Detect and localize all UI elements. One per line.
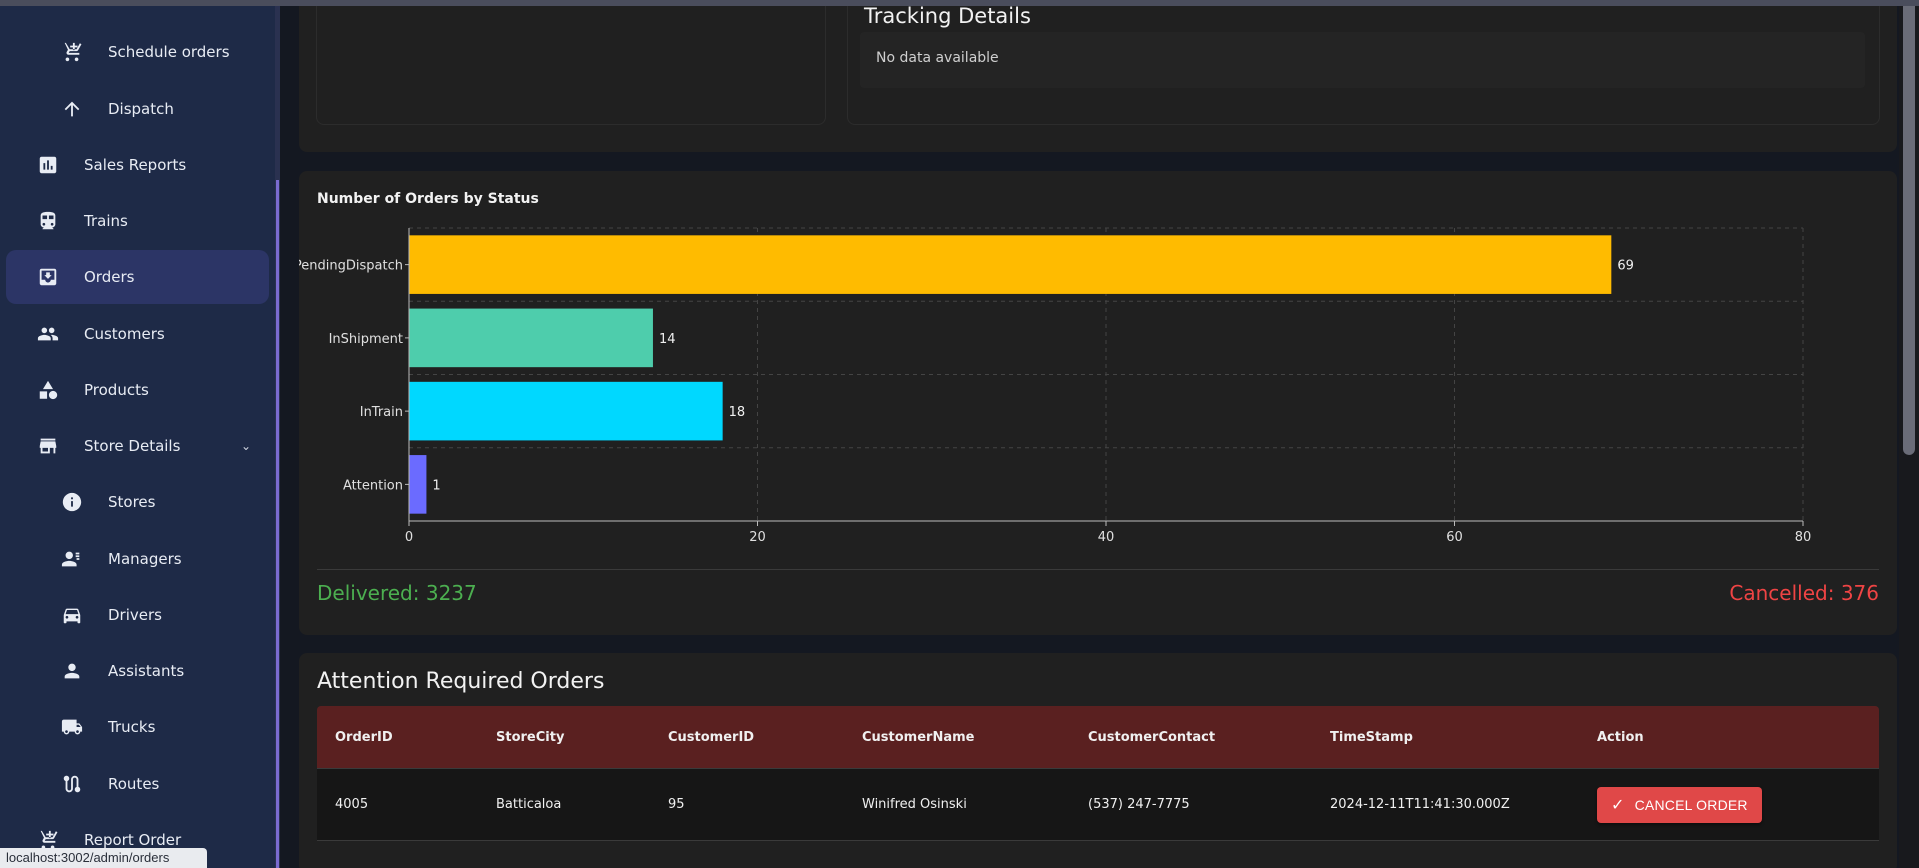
sidebar-item-label: Trucks bbox=[108, 718, 156, 736]
cancelled-count: Cancelled: 376 bbox=[1729, 581, 1879, 605]
sidebar-item-label: Sales Reports bbox=[84, 156, 187, 174]
x-tick-label: 80 bbox=[1795, 530, 1812, 545]
table-row: 4005 Batticaloa 95 Winifred Osinski (537… bbox=[317, 768, 1879, 841]
tracking-card: Tracking Details No data available bbox=[299, 0, 1897, 152]
bar-value-label: 69 bbox=[1617, 259, 1634, 274]
bar-inshipment bbox=[409, 308, 653, 368]
x-tick-label: 40 bbox=[1098, 530, 1115, 545]
bar-pendingdispatch bbox=[409, 235, 1612, 294]
store-icon bbox=[36, 434, 60, 458]
table-header: OrderID StoreCity CustomerID CustomerNam… bbox=[317, 706, 1879, 768]
divider bbox=[317, 569, 1879, 570]
column-header: Action bbox=[1597, 729, 1644, 745]
column-header: TimeStamp bbox=[1330, 729, 1413, 745]
sidebar-scrollbar-thumb[interactable] bbox=[276, 180, 279, 868]
arrow-up-icon bbox=[60, 97, 84, 121]
sidebar-item-label: Managers bbox=[108, 550, 182, 568]
tracking-title: Tracking Details bbox=[864, 4, 1031, 28]
sidebar-item-label: Orders bbox=[84, 268, 135, 286]
bar-attention bbox=[409, 455, 427, 514]
sidebar-item-sales-reports[interactable]: Sales Reports bbox=[6, 138, 269, 192]
attention-orders-card: Attention Required Orders OrderID StoreC… bbox=[299, 653, 1897, 868]
cancel-order-label: CANCEL ORDER bbox=[1634, 796, 1748, 813]
sidebar-item-routes[interactable]: Routes bbox=[6, 757, 269, 811]
truck-icon bbox=[60, 715, 84, 739]
orders-status-chart-card: Number of Orders by Status 69 PendingDisp… bbox=[299, 171, 1897, 635]
x-tick-label: 0 bbox=[405, 530, 413, 545]
sidebar-item-stores[interactable]: Stores bbox=[6, 475, 269, 529]
sidebar-item-managers[interactable]: Managers bbox=[6, 532, 269, 586]
info-icon bbox=[60, 490, 84, 514]
car-icon bbox=[60, 603, 84, 627]
bar-chart-icon bbox=[36, 153, 60, 177]
action-cell: ✓ CANCEL ORDER bbox=[1579, 786, 1879, 823]
customer-contact-cell: (537) 247-7775 bbox=[1088, 797, 1190, 812]
customer-name-cell: Winifred Osinski bbox=[862, 797, 967, 812]
sidebar: Schedule orders Dispatch Sales Reports Trai… bbox=[0, 0, 275, 868]
column-header: OrderID bbox=[335, 729, 393, 745]
main-scrollbar-thumb[interactable] bbox=[1903, 0, 1915, 455]
sidebar-item-schedule-orders[interactable]: Schedule orders bbox=[6, 25, 269, 79]
person-icon bbox=[60, 659, 84, 683]
sidebar-item-label: Schedule orders bbox=[108, 43, 230, 61]
inbox-icon bbox=[36, 265, 60, 289]
column-header: CustomerID bbox=[668, 729, 755, 745]
column-header: CustomerContact bbox=[1088, 729, 1216, 745]
sidebar-item-label: Products bbox=[84, 381, 149, 399]
browser-top-strip bbox=[0, 0, 1919, 6]
sidebar-item-customers[interactable]: Customers bbox=[6, 307, 269, 361]
sidebar-item-trucks[interactable]: Trucks bbox=[6, 700, 269, 754]
chevron-down-icon[interactable]: ⌄ bbox=[241, 439, 251, 453]
sidebar-item-label: Trains bbox=[84, 212, 128, 230]
cart-add-icon bbox=[60, 40, 84, 64]
sidebar-item-label: Report Order bbox=[84, 831, 182, 849]
delivered-count: Delivered: 3237 bbox=[317, 581, 477, 605]
x-tick-label: 20 bbox=[749, 530, 766, 545]
sidebar-item-label: Drivers bbox=[108, 606, 162, 624]
sidebar-item-label: Assistants bbox=[108, 662, 185, 680]
y-tick-label: PendingDispatch bbox=[299, 259, 403, 274]
store-city-cell: Batticaloa bbox=[496, 797, 562, 812]
sidebar-item-label: Stores bbox=[108, 493, 156, 511]
bar-value-label: 1 bbox=[432, 478, 440, 493]
main-content: Tracking Details No data available Numbe… bbox=[280, 0, 1919, 868]
sidebar-item-products[interactable]: Products bbox=[6, 363, 269, 417]
y-tick-label: InShipment bbox=[329, 332, 403, 347]
cancel-order-button[interactable]: ✓ CANCEL ORDER bbox=[1597, 786, 1762, 823]
sidebar-item-label: Dispatch bbox=[108, 100, 174, 118]
attention-table: OrderID StoreCity CustomerID CustomerNam… bbox=[317, 706, 1879, 841]
sidebar-item-dispatch[interactable]: Dispatch bbox=[6, 82, 269, 136]
sidebar-item-store-details[interactable]: Store Details ⌄ bbox=[6, 419, 269, 473]
bar-value-label: 18 bbox=[729, 405, 746, 420]
route-icon bbox=[60, 772, 84, 796]
timestamp-cell: 2024-12-11T11:41:30.000Z bbox=[1330, 797, 1510, 812]
sidebar-item-label: Store Details bbox=[84, 437, 181, 455]
y-tick-label: InTrain bbox=[360, 405, 403, 420]
status-url: localhost:3002/admin/orders bbox=[0, 848, 207, 868]
sidebar-item-drivers[interactable]: Drivers bbox=[6, 588, 269, 642]
sidebar-item-orders[interactable]: Orders bbox=[6, 250, 269, 304]
tracking-details-panel: Tracking Details No data available bbox=[847, 0, 1880, 125]
shapes-icon bbox=[36, 378, 60, 402]
attention-title: Attention Required Orders bbox=[317, 669, 605, 694]
x-tick-label: 60 bbox=[1446, 530, 1463, 545]
customer-id-cell: 95 bbox=[668, 797, 685, 812]
bar-intrain bbox=[409, 381, 723, 441]
bar-value-label: 14 bbox=[659, 332, 676, 347]
column-header: CustomerName bbox=[862, 729, 975, 745]
manager-icon bbox=[60, 547, 84, 571]
sidebar-item-label: Routes bbox=[108, 775, 160, 793]
orders-status-chart: 69 PendingDispatch 14 InShipment 18 InTrain 1 A… bbox=[299, 227, 1812, 545]
sidebar-item-trains[interactable]: Trains bbox=[6, 194, 269, 248]
tracking-left-panel bbox=[316, 0, 826, 125]
y-tick-label: Attention bbox=[343, 478, 403, 493]
sidebar-item-label: Customers bbox=[84, 325, 165, 343]
sidebar-item-assistants[interactable]: Assistants bbox=[6, 644, 269, 698]
people-icon bbox=[36, 322, 60, 346]
column-header: StoreCity bbox=[496, 729, 565, 745]
tracking-empty-message: No data available bbox=[860, 32, 1865, 88]
check-icon: ✓ bbox=[1611, 796, 1625, 814]
order-id-cell: 4005 bbox=[335, 797, 369, 812]
train-icon bbox=[36, 209, 60, 233]
